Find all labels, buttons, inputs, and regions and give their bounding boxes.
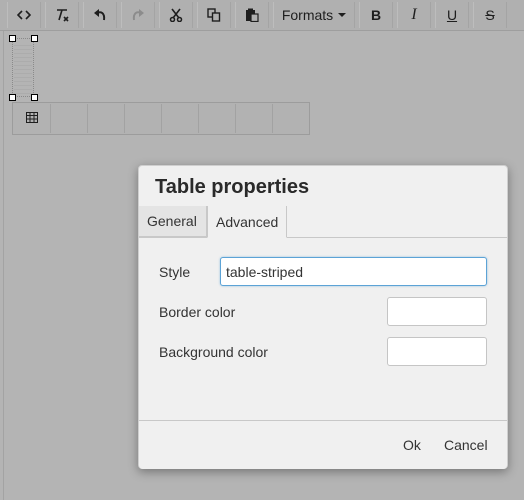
resize-handle-bottom-left[interactable] <box>9 94 16 101</box>
context-toolbar-button[interactable] <box>125 104 162 133</box>
style-input[interactable] <box>220 257 487 286</box>
paste-icon <box>245 8 259 22</box>
cancel-button[interactable]: Cancel <box>433 430 499 460</box>
undo-button[interactable] <box>83 2 117 28</box>
copy-icon <box>207 8 221 22</box>
underline-button[interactable]: U <box>435 2 469 28</box>
border-color-input[interactable] <box>387 297 487 326</box>
italic-icon: I <box>411 6 417 23</box>
cut-icon <box>169 8 183 22</box>
tab-general[interactable]: General <box>139 206 207 237</box>
strikethrough-icon: S <box>485 7 495 23</box>
resize-handle-top-right[interactable] <box>31 35 38 42</box>
strikethrough-button[interactable]: S <box>473 2 507 28</box>
dialog-tabs: General Advanced <box>139 206 507 238</box>
table-context-toolbar <box>12 102 310 135</box>
style-label: Style <box>159 264 191 280</box>
cut-button[interactable] <box>159 2 193 28</box>
tab-advanced[interactable]: Advanced <box>207 206 287 238</box>
table-properties-dialog: Table properties General Advanced Style … <box>138 165 508 469</box>
clear-formatting-button[interactable] <box>45 2 79 28</box>
paste-button[interactable] <box>235 2 269 28</box>
copy-button[interactable] <box>197 2 231 28</box>
dialog-footer: Ok Cancel <box>139 420 507 469</box>
italic-button[interactable]: I <box>397 2 431 28</box>
context-toolbar-button[interactable] <box>162 104 199 133</box>
background-color-input[interactable] <box>387 337 487 366</box>
editor-border <box>3 31 4 500</box>
context-toolbar-button[interactable] <box>236 104 273 133</box>
background-color-label: Background color <box>159 344 268 360</box>
table-button[interactable] <box>13 104 51 133</box>
bold-icon: B <box>370 7 382 23</box>
editor-toolbar: Formats B I U S <box>0 0 524 31</box>
context-toolbar-button[interactable] <box>199 104 236 133</box>
source-code-button[interactable] <box>7 2 41 28</box>
ok-button[interactable]: Ok <box>392 430 432 460</box>
redo-icon <box>131 8 145 22</box>
source-code-icon <box>17 10 31 20</box>
border-color-label: Border color <box>159 304 236 320</box>
chevron-down-icon <box>338 13 347 17</box>
clear-formatting-icon <box>55 8 69 22</box>
formats-dropdown[interactable]: Formats <box>273 2 355 28</box>
table-icon <box>25 110 38 128</box>
context-toolbar-button[interactable] <box>88 104 125 133</box>
resize-handle-top-left[interactable] <box>9 35 16 42</box>
bold-button[interactable]: B <box>359 2 393 28</box>
undo-icon <box>93 8 107 22</box>
context-toolbar-button[interactable] <box>51 104 88 133</box>
redo-button[interactable] <box>121 2 155 28</box>
resize-handle-bottom-right[interactable] <box>31 94 38 101</box>
table-selection-box[interactable] <box>12 38 34 97</box>
formats-label: Formats <box>281 7 334 23</box>
underline-icon: U <box>446 7 458 23</box>
dialog-title: Table properties <box>155 176 310 198</box>
context-toolbar-button[interactable] <box>273 104 309 133</box>
